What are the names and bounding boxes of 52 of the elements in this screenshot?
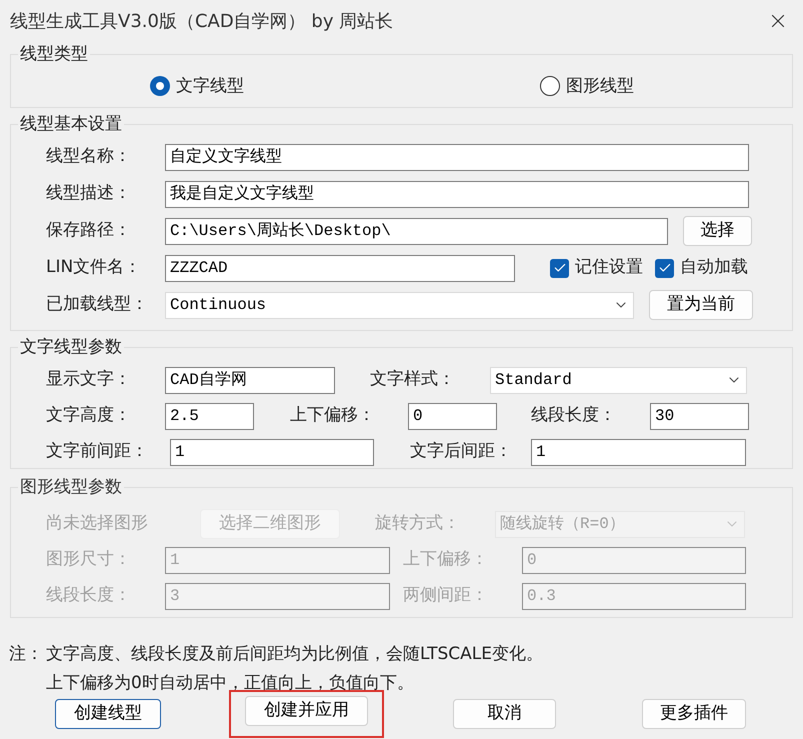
field-label: 图形尺寸： [46, 548, 132, 572]
field-label: 文字后间距： [410, 440, 513, 464]
field-label: 已加载线型： [46, 293, 149, 316]
radio-label[interactable]: 文字线型 [176, 74, 244, 99]
radio-label[interactable]: 图形线型 [566, 74, 634, 99]
field-label: 文字前间距： [46, 440, 149, 464]
checkbox-label[interactable]: 记住设置 [575, 255, 643, 281]
input-field[interactable]: 30 [650, 402, 749, 430]
input-field[interactable]: 0 [408, 402, 497, 430]
input-field[interactable]: 自定义文字线型 [165, 144, 749, 170]
input-field[interactable]: 1 [170, 438, 374, 466]
field-label: 旋转方式： [375, 512, 461, 536]
note-text: 上下偏移为0时自动居中，正值向上，负值向下。 [46, 672, 415, 695]
field-label: 上下偏移： [290, 404, 376, 428]
field-label: 文字样式： [370, 368, 456, 392]
field-label: 线段长度： [531, 404, 617, 428]
field-label: 显示文字： [46, 368, 132, 392]
checkbox[interactable] [655, 258, 674, 278]
input-field[interactable]: ZZZCAD [165, 254, 515, 282]
input-field[interactable]: 1 [531, 438, 746, 466]
field-label: 两侧间距： [403, 584, 489, 608]
dropdown[interactable]: Continuous [165, 292, 634, 318]
button[interactable]: 选择 [683, 216, 752, 246]
note-text: 文字高度、线段长度及前后间距均为比例值，会随LTSCALE变化。 [46, 643, 544, 666]
button[interactable]: 创建线型 [55, 699, 161, 729]
checkbox-label[interactable]: 自动加载 [680, 255, 748, 281]
input-field[interactable]: CAD自学网 [165, 366, 335, 394]
button[interactable]: 置为当前 [649, 290, 753, 320]
field-label: 线型描述： [46, 182, 132, 206]
field-label: 上下偏移： [403, 548, 489, 572]
field-label: 保存路径： [46, 219, 132, 242]
checkbox[interactable] [550, 258, 569, 278]
field-label: 线段长度： [46, 584, 132, 608]
group-title: 线型类型 [19, 43, 89, 66]
group-title: 文字线型参数 [19, 336, 123, 359]
group-title: 线型基本设置 [19, 113, 123, 136]
button[interactable]: 创建并应用 [245, 696, 368, 726]
field-label: LIN文件名： [46, 256, 142, 280]
radio-button[interactable] [150, 76, 170, 96]
button[interactable]: 取消 [453, 699, 556, 729]
dropdown[interactable]: Standard [490, 366, 747, 394]
group-title: 图形线型参数 [19, 476, 123, 499]
note-prefix: 注： [9, 643, 43, 666]
field-label: 文字高度： [46, 404, 132, 428]
field-label: 线型名称： [46, 145, 132, 168]
input-field[interactable]: 我是自定义文字线型 [165, 180, 749, 208]
window-title: 线型生成工具V3.0版（CAD自学网） by 周站长 [10, 10, 394, 34]
radio-button[interactable] [540, 76, 560, 96]
input-field[interactable]: C:\Users\周站长\Desktop\ [165, 218, 668, 244]
field-label: 尚未选择图形 [46, 512, 149, 536]
button[interactable]: 更多插件 [642, 699, 746, 729]
input-field[interactable]: 2.5 [165, 402, 254, 430]
